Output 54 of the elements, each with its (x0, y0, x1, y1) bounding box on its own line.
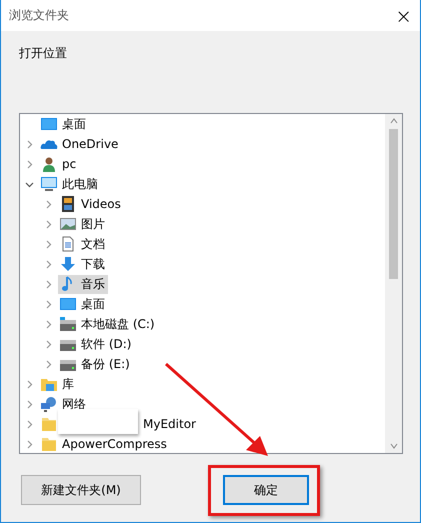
chevron-right-icon[interactable] (25, 140, 34, 148)
ok-button[interactable]: 确定 (223, 475, 309, 505)
tree-item[interactable]: 备份 (E:) (58, 354, 133, 374)
library-folder-icon (40, 376, 58, 392)
chevron-right-icon[interactable] (25, 380, 34, 388)
monitor-icon (59, 296, 77, 312)
monitor-icon (40, 116, 58, 132)
tree-item[interactable]: 下载 (58, 254, 108, 274)
scrollbar-thumb[interactable] (389, 129, 398, 279)
computer-icon (40, 176, 58, 192)
tree-item[interactable]: 软件 (D:) (58, 334, 134, 354)
scrollbar[interactable] (385, 114, 402, 453)
tree-item[interactable]: pc (39, 154, 80, 174)
tree-item[interactable]: 库 (39, 374, 77, 394)
chevron-right-icon[interactable] (44, 300, 53, 308)
scroll-down-icon[interactable] (390, 443, 398, 449)
chevron-right-icon[interactable] (44, 280, 53, 288)
film-icon (59, 196, 77, 212)
close-button[interactable]: × (395, 6, 412, 26)
chevron-right-icon[interactable] (25, 420, 34, 428)
tree-item[interactable]: ApowerCompress (39, 434, 170, 453)
tree-item[interactable]: 本地磁盘 (C:) (58, 314, 158, 334)
tree-item[interactable]: MyEditor (39, 414, 199, 434)
dialog-prompt: 打开位置 (19, 45, 68, 62)
chevron-right-icon[interactable] (44, 240, 53, 248)
tree-item[interactable]: 文档 (58, 234, 108, 254)
tree-item[interactable]: 桌面 (58, 294, 108, 314)
folder-icon (40, 436, 58, 452)
down-arrow-icon (59, 256, 77, 272)
chevron-down-icon[interactable] (25, 180, 34, 188)
chevron-right-icon[interactable] (25, 160, 34, 168)
scroll-up-icon[interactable] (390, 118, 398, 124)
new-folder-button[interactable]: 新建文件夹(M) (21, 475, 141, 505)
picture-icon (59, 216, 77, 232)
chevron-right-icon[interactable] (25, 400, 34, 408)
window-title: 浏览文件夹 (9, 7, 69, 24)
tree-item[interactable]: 网络 (39, 394, 89, 414)
tree-item[interactable]: OneDrive (39, 134, 122, 154)
tree-item[interactable]: 桌面 (39, 114, 89, 134)
tree-item[interactable]: 此电脑 (39, 174, 101, 194)
user-icon (40, 156, 58, 172)
tree-item[interactable]: 音乐 (58, 274, 108, 294)
drive-icon (59, 316, 77, 332)
chevron-right-icon[interactable] (44, 200, 53, 208)
chevron-right-icon[interactable] (44, 320, 53, 328)
chevron-right-icon[interactable] (25, 440, 34, 448)
chevron-right-icon[interactable] (44, 220, 53, 228)
chevron-right-icon[interactable] (44, 340, 53, 348)
chevron-right-icon[interactable] (44, 360, 53, 368)
tree-item[interactable]: 图片 (58, 214, 108, 234)
tree-item[interactable]: Videos (58, 194, 124, 214)
chevron-right-icon[interactable] (44, 260, 53, 268)
folder-icon (40, 416, 58, 432)
globe-computer-icon (40, 396, 58, 412)
